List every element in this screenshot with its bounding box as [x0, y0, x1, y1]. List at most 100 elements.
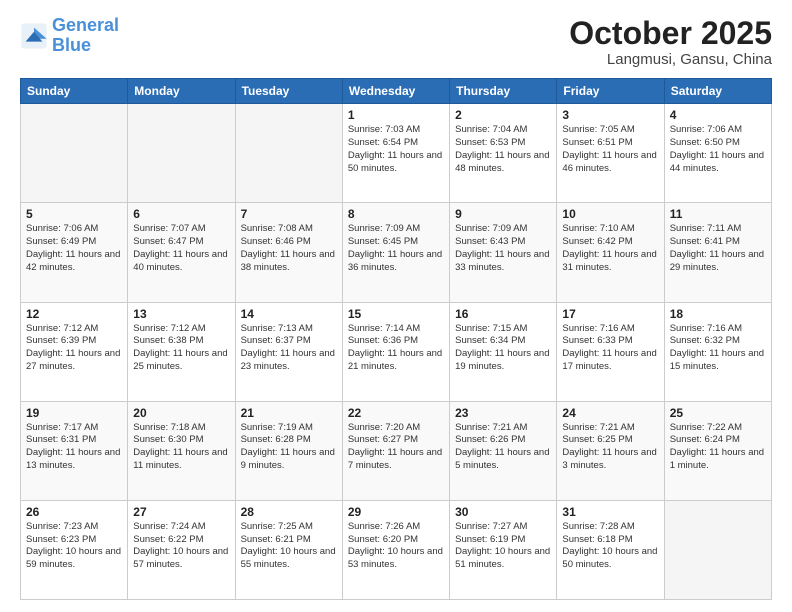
- day-cell: 30 Sunrise: 7:27 AM Sunset: 6:19 PM Dayli…: [450, 500, 557, 599]
- day-info: Sunrise: 7:09 AM Sunset: 6:45 PM Dayligh…: [348, 223, 444, 274]
- day-number: 31: [562, 505, 658, 519]
- day-info: Sunrise: 7:11 AM Sunset: 6:41 PM Dayligh…: [670, 223, 766, 274]
- day-cell: 23 Sunrise: 7:21 AM Sunset: 6:26 PM Dayli…: [450, 401, 557, 500]
- day-number: 22: [348, 406, 444, 420]
- day-number: 19: [26, 406, 122, 420]
- day-cell: 3 Sunrise: 7:05 AM Sunset: 6:51 PM Daylig…: [557, 104, 664, 203]
- day-cell: 18 Sunrise: 7:16 AM Sunset: 6:32 PM Dayli…: [664, 302, 771, 401]
- day-info: Sunrise: 7:24 AM Sunset: 6:22 PM Dayligh…: [133, 521, 229, 572]
- day-number: 30: [455, 505, 551, 519]
- day-number: 9: [455, 207, 551, 221]
- day-number: 16: [455, 307, 551, 321]
- day-number: 12: [26, 307, 122, 321]
- day-info: Sunrise: 7:09 AM Sunset: 6:43 PM Dayligh…: [455, 223, 551, 274]
- day-info: Sunrise: 7:06 AM Sunset: 6:50 PM Dayligh…: [670, 124, 766, 175]
- day-cell: 20Sunrise: 7:18 AM Sunset: 6:30 PM Dayli…: [128, 401, 235, 500]
- day-number: 23: [455, 406, 551, 420]
- day-cell: 25 Sunrise: 7:22 AM Sunset: 6:24 PM Dayli…: [664, 401, 771, 500]
- weekday-header-thursday: Thursday: [450, 79, 557, 104]
- weekday-header-friday: Friday: [557, 79, 664, 104]
- day-cell: 5Sunrise: 7:06 AM Sunset: 6:49 PM Daylig…: [21, 203, 128, 302]
- day-info: Sunrise: 7:04 AM Sunset: 6:53 PM Dayligh…: [455, 124, 551, 175]
- day-info: Sunrise: 7:12 AM Sunset: 6:39 PM Dayligh…: [26, 323, 122, 374]
- day-number: 3: [562, 108, 658, 122]
- week-row-2: 5Sunrise: 7:06 AM Sunset: 6:49 PM Daylig…: [21, 203, 772, 302]
- day-cell: 15 Sunrise: 7:14 AM Sunset: 6:36 PM Dayli…: [342, 302, 449, 401]
- day-info: Sunrise: 7:16 AM Sunset: 6:33 PM Dayligh…: [562, 323, 658, 374]
- day-cell: 26 Sunrise: 7:23 AM Sunset: 6:23 PM Dayli…: [21, 500, 128, 599]
- day-info: Sunrise: 7:23 AM Sunset: 6:23 PM Dayligh…: [26, 521, 122, 572]
- weekday-header-wednesday: Wednesday: [342, 79, 449, 104]
- day-info: Sunrise: 7:22 AM Sunset: 6:24 PM Dayligh…: [670, 422, 766, 473]
- day-cell: 31 Sunrise: 7:28 AM Sunset: 6:18 PM Dayli…: [557, 500, 664, 599]
- day-cell: 28Sunrise: 7:25 AM Sunset: 6:21 PM Dayli…: [235, 500, 342, 599]
- day-number: 8: [348, 207, 444, 221]
- day-info: Sunrise: 7:14 AM Sunset: 6:36 PM Dayligh…: [348, 323, 444, 374]
- month-title: October 2025: [569, 16, 772, 51]
- page: General Blue October 2025 Langmusi, Gans…: [0, 0, 792, 612]
- day-number: 15: [348, 307, 444, 321]
- day-info: Sunrise: 7:18 AM Sunset: 6:30 PM Dayligh…: [133, 422, 229, 473]
- day-info: Sunrise: 7:21 AM Sunset: 6:25 PM Dayligh…: [562, 422, 658, 473]
- day-number: 17: [562, 307, 658, 321]
- day-number: 5: [26, 207, 122, 221]
- logo-icon: [20, 22, 48, 50]
- day-number: 1: [348, 108, 444, 122]
- day-cell: 16 Sunrise: 7:15 AM Sunset: 6:34 PM Dayli…: [450, 302, 557, 401]
- day-number: 29: [348, 505, 444, 519]
- day-cell: 17 Sunrise: 7:16 AM Sunset: 6:33 PM Dayli…: [557, 302, 664, 401]
- day-info: Sunrise: 7:13 AM Sunset: 6:37 PM Dayligh…: [241, 323, 337, 374]
- day-cell: [235, 104, 342, 203]
- day-info: Sunrise: 7:16 AM Sunset: 6:32 PM Dayligh…: [670, 323, 766, 374]
- day-cell: [128, 104, 235, 203]
- day-cell: 11 Sunrise: 7:11 AM Sunset: 6:41 PM Dayli…: [664, 203, 771, 302]
- day-number: 6: [133, 207, 229, 221]
- day-info: Sunrise: 7:12 AM Sunset: 6:38 PM Dayligh…: [133, 323, 229, 374]
- day-number: 27: [133, 505, 229, 519]
- weekday-header-sunday: Sunday: [21, 79, 128, 104]
- day-number: 4: [670, 108, 766, 122]
- day-info: Sunrise: 7:07 AM Sunset: 6:47 PM Dayligh…: [133, 223, 229, 274]
- day-cell: 9 Sunrise: 7:09 AM Sunset: 6:43 PM Daylig…: [450, 203, 557, 302]
- week-row-5: 26 Sunrise: 7:23 AM Sunset: 6:23 PM Dayli…: [21, 500, 772, 599]
- calendar: SundayMondayTuesdayWednesdayThursdayFrid…: [20, 78, 772, 600]
- day-info: Sunrise: 7:26 AM Sunset: 6:20 PM Dayligh…: [348, 521, 444, 572]
- logo-general: General: [52, 15, 119, 35]
- day-cell: 10 Sunrise: 7:10 AM Sunset: 6:42 PM Dayli…: [557, 203, 664, 302]
- day-info: Sunrise: 7:20 AM Sunset: 6:27 PM Dayligh…: [348, 422, 444, 473]
- day-number: 11: [670, 207, 766, 221]
- day-number: 10: [562, 207, 658, 221]
- day-info: Sunrise: 7:19 AM Sunset: 6:28 PM Dayligh…: [241, 422, 337, 473]
- logo: General Blue: [20, 16, 119, 56]
- day-cell: 6 Sunrise: 7:07 AM Sunset: 6:47 PM Daylig…: [128, 203, 235, 302]
- weekday-header-row: SundayMondayTuesdayWednesdayThursdayFrid…: [21, 79, 772, 104]
- day-cell: 8 Sunrise: 7:09 AM Sunset: 6:45 PM Daylig…: [342, 203, 449, 302]
- day-cell: 14Sunrise: 7:13 AM Sunset: 6:37 PM Dayli…: [235, 302, 342, 401]
- day-number: 25: [670, 406, 766, 420]
- day-cell: 12 Sunrise: 7:12 AM Sunset: 6:39 PM Dayli…: [21, 302, 128, 401]
- day-cell: 22 Sunrise: 7:20 AM Sunset: 6:27 PM Dayli…: [342, 401, 449, 500]
- day-number: 26: [26, 505, 122, 519]
- day-number: 13: [133, 307, 229, 321]
- day-info: Sunrise: 7:10 AM Sunset: 6:42 PM Dayligh…: [562, 223, 658, 274]
- day-cell: 1Sunrise: 7:03 AM Sunset: 6:54 PM Daylig…: [342, 104, 449, 203]
- day-info: Sunrise: 7:28 AM Sunset: 6:18 PM Dayligh…: [562, 521, 658, 572]
- day-info: Sunrise: 7:08 AM Sunset: 6:46 PM Dayligh…: [241, 223, 337, 274]
- weekday-header-saturday: Saturday: [664, 79, 771, 104]
- week-row-4: 19Sunrise: 7:17 AM Sunset: 6:31 PM Dayli…: [21, 401, 772, 500]
- day-number: 18: [670, 307, 766, 321]
- day-cell: 13 Sunrise: 7:12 AM Sunset: 6:38 PM Dayli…: [128, 302, 235, 401]
- day-number: 28: [241, 505, 337, 519]
- weekday-header-tuesday: Tuesday: [235, 79, 342, 104]
- day-info: Sunrise: 7:05 AM Sunset: 6:51 PM Dayligh…: [562, 124, 658, 175]
- day-info: Sunrise: 7:27 AM Sunset: 6:19 PM Dayligh…: [455, 521, 551, 572]
- day-cell: 7 Sunrise: 7:08 AM Sunset: 6:46 PM Daylig…: [235, 203, 342, 302]
- logo-blue: Blue: [52, 35, 91, 55]
- day-cell: 21Sunrise: 7:19 AM Sunset: 6:28 PM Dayli…: [235, 401, 342, 500]
- day-info: Sunrise: 7:21 AM Sunset: 6:26 PM Dayligh…: [455, 422, 551, 473]
- day-info: Sunrise: 7:15 AM Sunset: 6:34 PM Dayligh…: [455, 323, 551, 374]
- week-row-1: 1Sunrise: 7:03 AM Sunset: 6:54 PM Daylig…: [21, 104, 772, 203]
- day-number: 7: [241, 207, 337, 221]
- day-cell: 27 Sunrise: 7:24 AM Sunset: 6:22 PM Dayli…: [128, 500, 235, 599]
- day-cell: 19Sunrise: 7:17 AM Sunset: 6:31 PM Dayli…: [21, 401, 128, 500]
